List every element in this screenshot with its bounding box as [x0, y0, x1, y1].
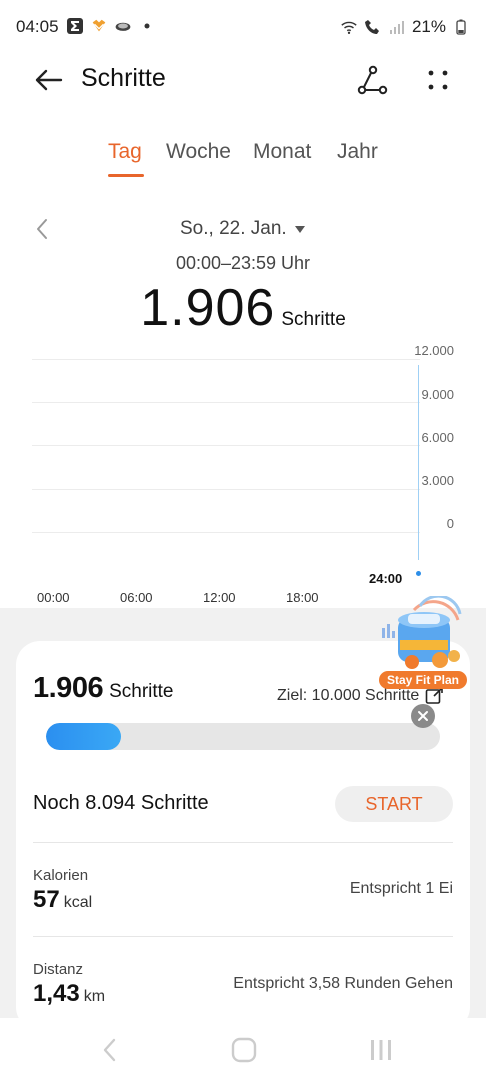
total-steps-value: 1.906 — [140, 279, 276, 337]
goal-progress-bar — [46, 723, 440, 750]
x-tick-now: 24:00 — [369, 571, 403, 586]
status-bar: 04:05 21% — [0, 0, 486, 56]
distance-number: 1,43 — [33, 980, 80, 1007]
start-button[interactable]: START — [335, 786, 453, 822]
arrow-left-icon — [35, 69, 63, 91]
gridline — [32, 402, 420, 403]
promo-label: Stay Fit Plan — [379, 671, 467, 689]
distance-label: Distanz — [33, 961, 84, 978]
chevron-left-icon — [103, 1038, 116, 1062]
nav-recents-button[interactable] — [366, 1036, 396, 1064]
gridline — [32, 489, 420, 490]
divider — [33, 842, 453, 843]
heart-stack-icon — [90, 17, 108, 35]
call-icon — [364, 18, 382, 36]
calories-value: 57 kcal — [33, 886, 92, 914]
previous-date-button[interactable] — [30, 216, 54, 242]
y-tick-label: 12.000 — [414, 343, 454, 358]
total-steps-unit: Schritte — [281, 309, 346, 330]
nav-home-button[interactable] — [229, 1036, 259, 1064]
route-button[interactable] — [352, 62, 392, 98]
gridline — [32, 359, 420, 360]
distance-note: Entspricht 3,58 Runden Gehen — [233, 975, 453, 992]
x-tick-label: 18:00 — [286, 590, 319, 605]
x-tick-label: 00:00 — [37, 590, 70, 605]
total-steps: 1.906 Schritte — [0, 278, 486, 338]
calories-note: Entspricht 1 Ei — [349, 880, 453, 897]
goal-progress-fill — [46, 723, 121, 750]
signal-icon — [388, 18, 406, 36]
tab-woche[interactable]: Woche — [166, 140, 231, 164]
gridline — [32, 445, 420, 446]
date-selector[interactable]: So., 22. Jan. — [180, 218, 305, 240]
x-tick-label: 12:00 — [203, 590, 236, 605]
calories-label: Kalorien — [33, 867, 89, 884]
dot-icon — [138, 17, 156, 35]
calories-number: 57 — [33, 886, 60, 913]
tab-underline — [108, 174, 144, 177]
sigma-icon — [66, 17, 84, 35]
route-icon — [357, 65, 388, 95]
fitness-scale-icon — [382, 594, 462, 669]
close-icon — [418, 711, 428, 721]
recents-icon — [371, 1040, 391, 1060]
back-button[interactable] — [28, 62, 68, 98]
gridline — [32, 532, 420, 533]
x-tick-label: 06:00 — [120, 590, 153, 605]
home-icon — [231, 1037, 257, 1063]
battery-percent: 21% — [411, 17, 446, 36]
status-right: 21% — [340, 17, 470, 37]
tab-monat[interactable]: Monat — [253, 140, 311, 164]
caret-down-icon — [294, 225, 305, 233]
system-nav-bar — [0, 1018, 486, 1080]
card-steps: 1.906 Schritte — [33, 672, 174, 705]
wifi-icon — [340, 18, 358, 36]
app-header: Schritte — [0, 56, 486, 104]
nav-back-button[interactable] — [94, 1036, 124, 1064]
remaining-steps: Noch 8.094 Schritte — [33, 792, 209, 814]
distance-unit: km — [83, 988, 106, 1005]
more-options-button[interactable] — [418, 62, 458, 98]
divider — [33, 936, 453, 937]
chevron-left-icon — [37, 219, 47, 239]
status-app-icons — [66, 17, 156, 35]
tab-jahr[interactable]: Jahr — [337, 140, 378, 164]
promo-close-button[interactable] — [411, 704, 435, 728]
status-time: 04:05 — [16, 17, 59, 36]
page-title: Schritte — [81, 64, 166, 92]
current-time-line — [418, 365, 419, 560]
battery-icon — [452, 18, 470, 36]
card-steps-unit: Schritte — [109, 681, 174, 702]
distance-value: 1,43 km — [33, 980, 105, 1008]
calories-unit: kcal — [63, 894, 93, 911]
time-range: 00:00–23:59 Uhr — [175, 253, 311, 273]
bird-icon — [114, 17, 132, 35]
period-tabs: Tag Woche Monat Jahr — [0, 140, 486, 180]
tab-tag[interactable]: Tag — [108, 140, 142, 164]
current-time-dot — [416, 571, 421, 576]
date-label: So., 22. Jan. — [180, 218, 287, 239]
more-dots-icon — [428, 70, 448, 90]
card-steps-value: 1.906 — [33, 672, 104, 704]
